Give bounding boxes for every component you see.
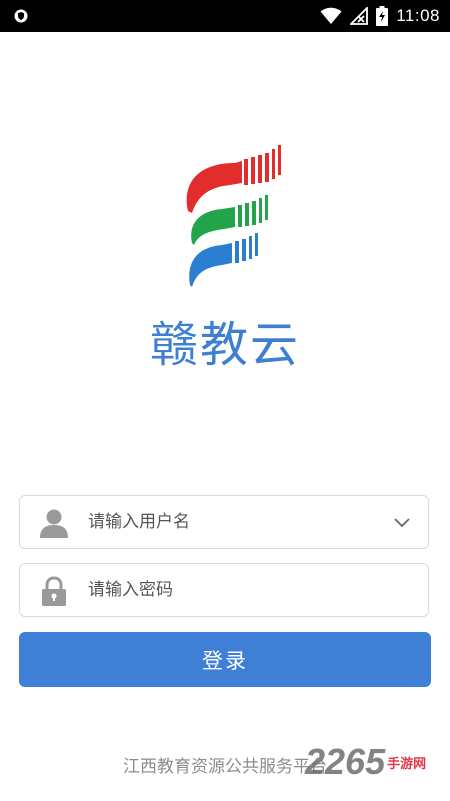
user-icon — [40, 509, 68, 538]
wifi-icon — [320, 7, 342, 24]
watermark-number: 2265 — [305, 741, 386, 782]
shield-icon — [14, 9, 28, 23]
password-input[interactable] — [88, 572, 388, 608]
username-field[interactable] — [19, 495, 429, 549]
login-button[interactable]: 登录 — [19, 632, 431, 687]
site-watermark: 2265 手游网 — [305, 741, 427, 782]
app-logo — [186, 145, 281, 287]
status-time: 11:08 — [396, 6, 440, 25]
app-name: 赣教云 — [149, 317, 300, 373]
no-signal-icon — [350, 7, 369, 25]
watermark-site: 手游网 — [387, 756, 427, 772]
status-bar: 11:08 — [0, 0, 450, 32]
chevron-down-icon[interactable] — [393, 514, 411, 532]
lock-icon — [42, 576, 66, 606]
password-field[interactable] — [19, 563, 429, 617]
username-input[interactable] — [88, 504, 388, 540]
battery-charging-icon — [376, 6, 389, 26]
